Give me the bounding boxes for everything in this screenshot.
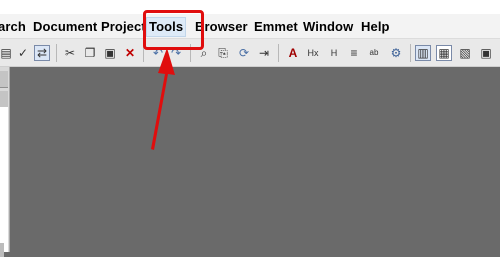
red-arrow-annotation	[151, 48, 175, 150]
